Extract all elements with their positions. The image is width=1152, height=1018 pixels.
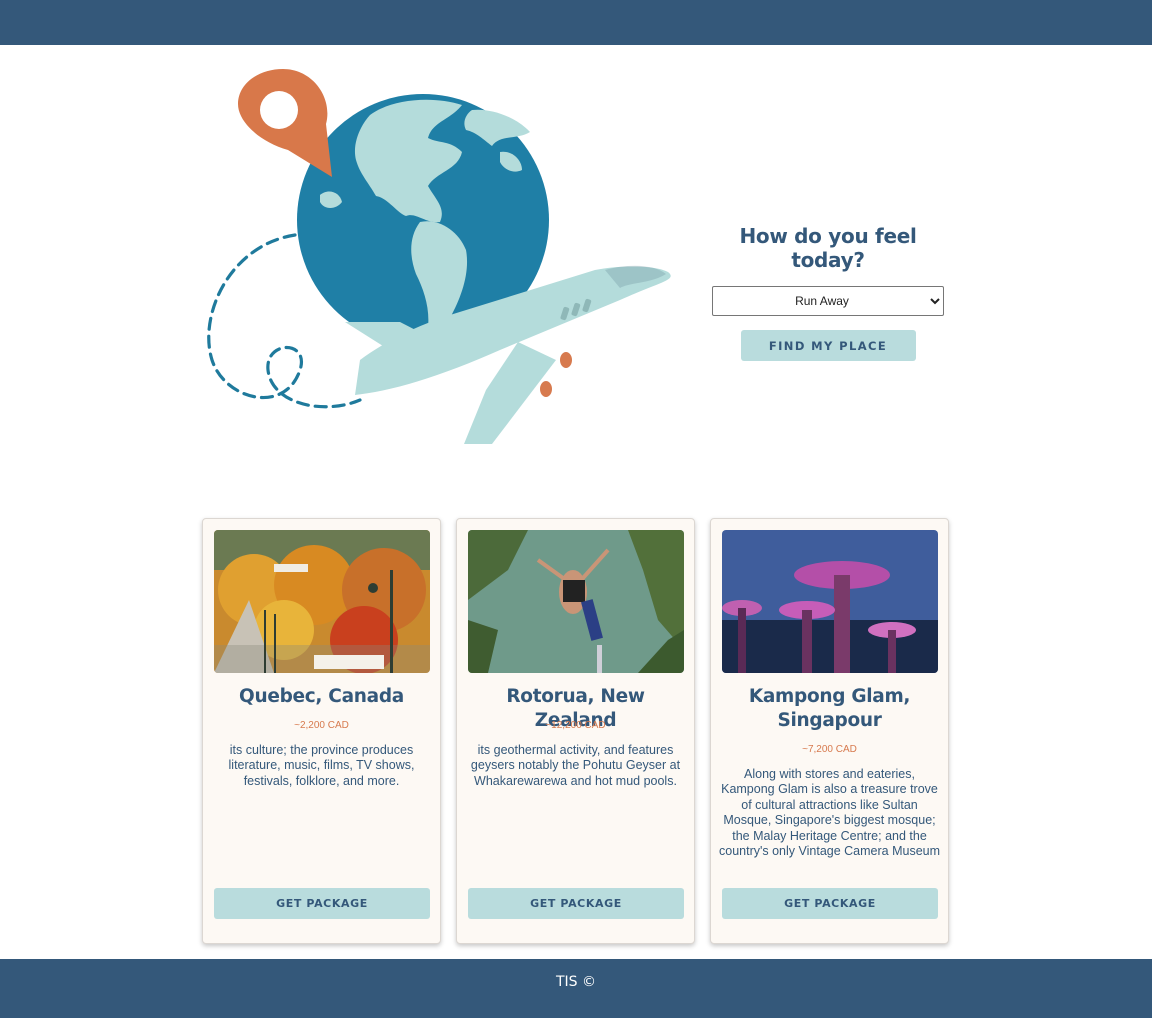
card-price: ~12,200 CAD: [545, 720, 606, 731]
card-description: its culture; the province produces liter…: [228, 743, 415, 788]
top-nav-bar: [0, 0, 1152, 45]
mood-heading: How do you feel today?: [739, 224, 917, 272]
get-package-button[interactable]: GET PACKAGE: [722, 888, 938, 919]
mood-select[interactable]: Run Away: [712, 286, 944, 316]
card-description: Along with stores and eateries, Kampong …: [719, 767, 941, 859]
mood-selector: How do you feel today? Run Away FIND MY …: [700, 224, 956, 361]
card-title: Kampong Glam, Singapour: [748, 686, 911, 731]
map-pin-icon: [238, 69, 332, 177]
hero-illustration: [207, 69, 671, 444]
destination-card-kampong-glam: Kampong Glam, Singapour ~7,200 CAD Along…: [710, 518, 949, 944]
card-photo-rotorua: [468, 530, 684, 673]
card-title: Quebec, Canada: [239, 686, 404, 707]
card-description: its geothermal activity, and features ge…: [470, 743, 681, 788]
card-price: ~7,200 CAD: [802, 744, 857, 755]
card-photo-quebec: [214, 530, 430, 673]
get-package-button[interactable]: GET PACKAGE: [468, 888, 684, 919]
destination-card-quebec: Quebec, Canada ~2,200 CAD its culture; t…: [202, 518, 441, 944]
footer: TIS ©: [0, 959, 1152, 1018]
destination-card-rotorua: Rotorua, New Zealand ~12,200 CAD its geo…: [456, 518, 695, 944]
destination-cards: Quebec, Canada ~2,200 CAD its culture; t…: [202, 518, 950, 946]
footer-text: TIS ©: [555, 974, 597, 990]
find-my-place-button[interactable]: FIND MY PLACE: [740, 330, 916, 361]
get-package-button[interactable]: GET PACKAGE: [214, 888, 430, 919]
card-photo-kampong-glam: [722, 530, 938, 673]
card-price: ~2,200 CAD: [294, 720, 349, 731]
